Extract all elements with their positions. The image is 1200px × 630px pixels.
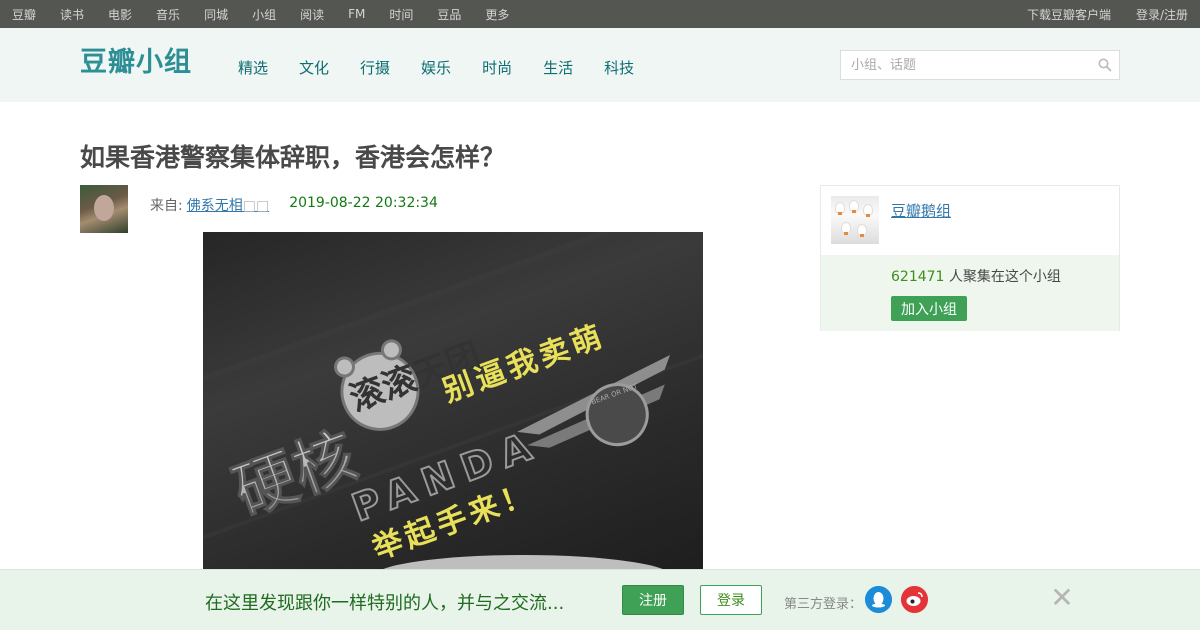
nav-tech[interactable]: 科技: [604, 57, 634, 78]
banner-text: 在这里发现跟你一样特别的人，并与之交流...: [205, 593, 565, 614]
page-title: 如果香港警察集体辞职，香港会怎样？: [80, 143, 506, 172]
global-nav-groups[interactable]: 小组: [252, 6, 276, 23]
global-nav: 豆瓣 读书 电影 音乐 同城 小组 阅读 FM 时间 豆品 更多 下载豆瓣客户端…: [0, 0, 1200, 28]
global-nav-music[interactable]: 音乐: [156, 6, 180, 23]
member-suffix: 人聚集在这个小组: [944, 269, 1061, 285]
from-label: 来自:: [150, 198, 183, 214]
search-box: [840, 50, 1120, 80]
post-time: 2019-08-22 20:32:34: [289, 195, 438, 211]
post-image: 滚滚天团 硬核 PANDA 别逼我卖萌 举起手来！ BEAR OR NOT: [203, 232, 703, 570]
author-suffix: □□: [242, 198, 270, 214]
image-text-line2: 硬核: [224, 418, 366, 529]
post-image-art: 滚滚天团 硬核 PANDA 别逼我卖萌 举起手来！ BEAR OR NOT: [203, 232, 703, 570]
global-nav-right: 下载豆瓣客户端 登录/注册: [1002, 6, 1188, 23]
group-card-top: 豆瓣鹅组: [821, 186, 1119, 255]
author-avatar[interactable]: [80, 185, 128, 233]
login-banner: 在这里发现跟你一样特别的人，并与之交流... 注册 登录 第三方登录： ✕: [0, 569, 1200, 630]
nav-featured[interactable]: 精选: [238, 57, 268, 78]
group-thumbnail[interactable]: [831, 196, 879, 244]
global-nav-market[interactable]: 豆品: [437, 6, 461, 23]
login-button[interactable]: 登录: [700, 585, 762, 615]
goose-beak-shape: [866, 214, 870, 217]
global-nav-read[interactable]: 阅读: [300, 6, 324, 23]
author-name: 佛系无相: [186, 198, 243, 214]
search-input[interactable]: [841, 51, 1081, 79]
avatar-face-graphic: [94, 195, 114, 221]
goose-beak-shape: [838, 212, 842, 215]
nav-culture[interactable]: 文化: [299, 57, 329, 78]
main-nav: 精选 文化 行摄 娱乐 时尚 生活 科技: [238, 57, 665, 78]
close-icon[interactable]: ✕: [1050, 584, 1074, 612]
login-register-link[interactable]: 登录/注册: [1136, 6, 1188, 23]
group-header: 豆瓣小组 精选 文化 行摄 娱乐 时尚 生活 科技: [0, 28, 1200, 102]
group-card-bottom: 621471 人聚集在这个小组 加入小组: [821, 255, 1119, 331]
author-link[interactable]: 佛系无相□□: [187, 195, 269, 215]
weibo-icon[interactable]: [901, 586, 928, 613]
nav-travel[interactable]: 行摄: [360, 57, 390, 78]
site-logo[interactable]: 豆瓣小组: [80, 47, 192, 79]
global-nav-left: 豆瓣 读书 电影 音乐 同城 小组 阅读 FM 时间 豆品 更多: [12, 6, 533, 23]
register-button[interactable]: 注册: [622, 585, 684, 615]
global-nav-movies[interactable]: 电影: [108, 6, 132, 23]
global-nav-time[interactable]: 时间: [389, 6, 413, 23]
global-nav-more[interactable]: 更多: [485, 6, 509, 23]
goose-beak-shape: [852, 210, 856, 213]
download-app-link[interactable]: 下载豆瓣客户端: [1027, 6, 1111, 23]
panda-fur-shape: [380, 555, 666, 570]
nav-fashion[interactable]: 时尚: [482, 57, 512, 78]
global-nav-douban[interactable]: 豆瓣: [12, 6, 36, 23]
join-group-button[interactable]: 加入小组: [891, 296, 967, 321]
global-nav-fm[interactable]: FM: [348, 7, 365, 21]
nav-life[interactable]: 生活: [543, 57, 573, 78]
global-nav-local[interactable]: 同城: [204, 6, 228, 23]
global-nav-books[interactable]: 读书: [60, 6, 84, 23]
search-icon[interactable]: [1098, 58, 1112, 72]
third-party-label: 第三方登录：: [784, 597, 863, 612]
group-name-link[interactable]: 豆瓣鹅组: [891, 200, 951, 221]
post-meta: 来自: 佛系无相□□ 2019-08-22 20:32:34: [150, 195, 438, 215]
qq-icon[interactable]: [865, 586, 892, 613]
member-count-text: 621471 人聚集在这个小组: [891, 266, 1061, 286]
group-card: 豆瓣鹅组 621471 人聚集在这个小组 加入小组: [820, 185, 1120, 331]
member-count: 621471: [891, 269, 945, 285]
nav-entertainment[interactable]: 娱乐: [421, 57, 451, 78]
goose-beak-shape: [844, 232, 848, 235]
goose-beak-shape: [860, 234, 864, 237]
